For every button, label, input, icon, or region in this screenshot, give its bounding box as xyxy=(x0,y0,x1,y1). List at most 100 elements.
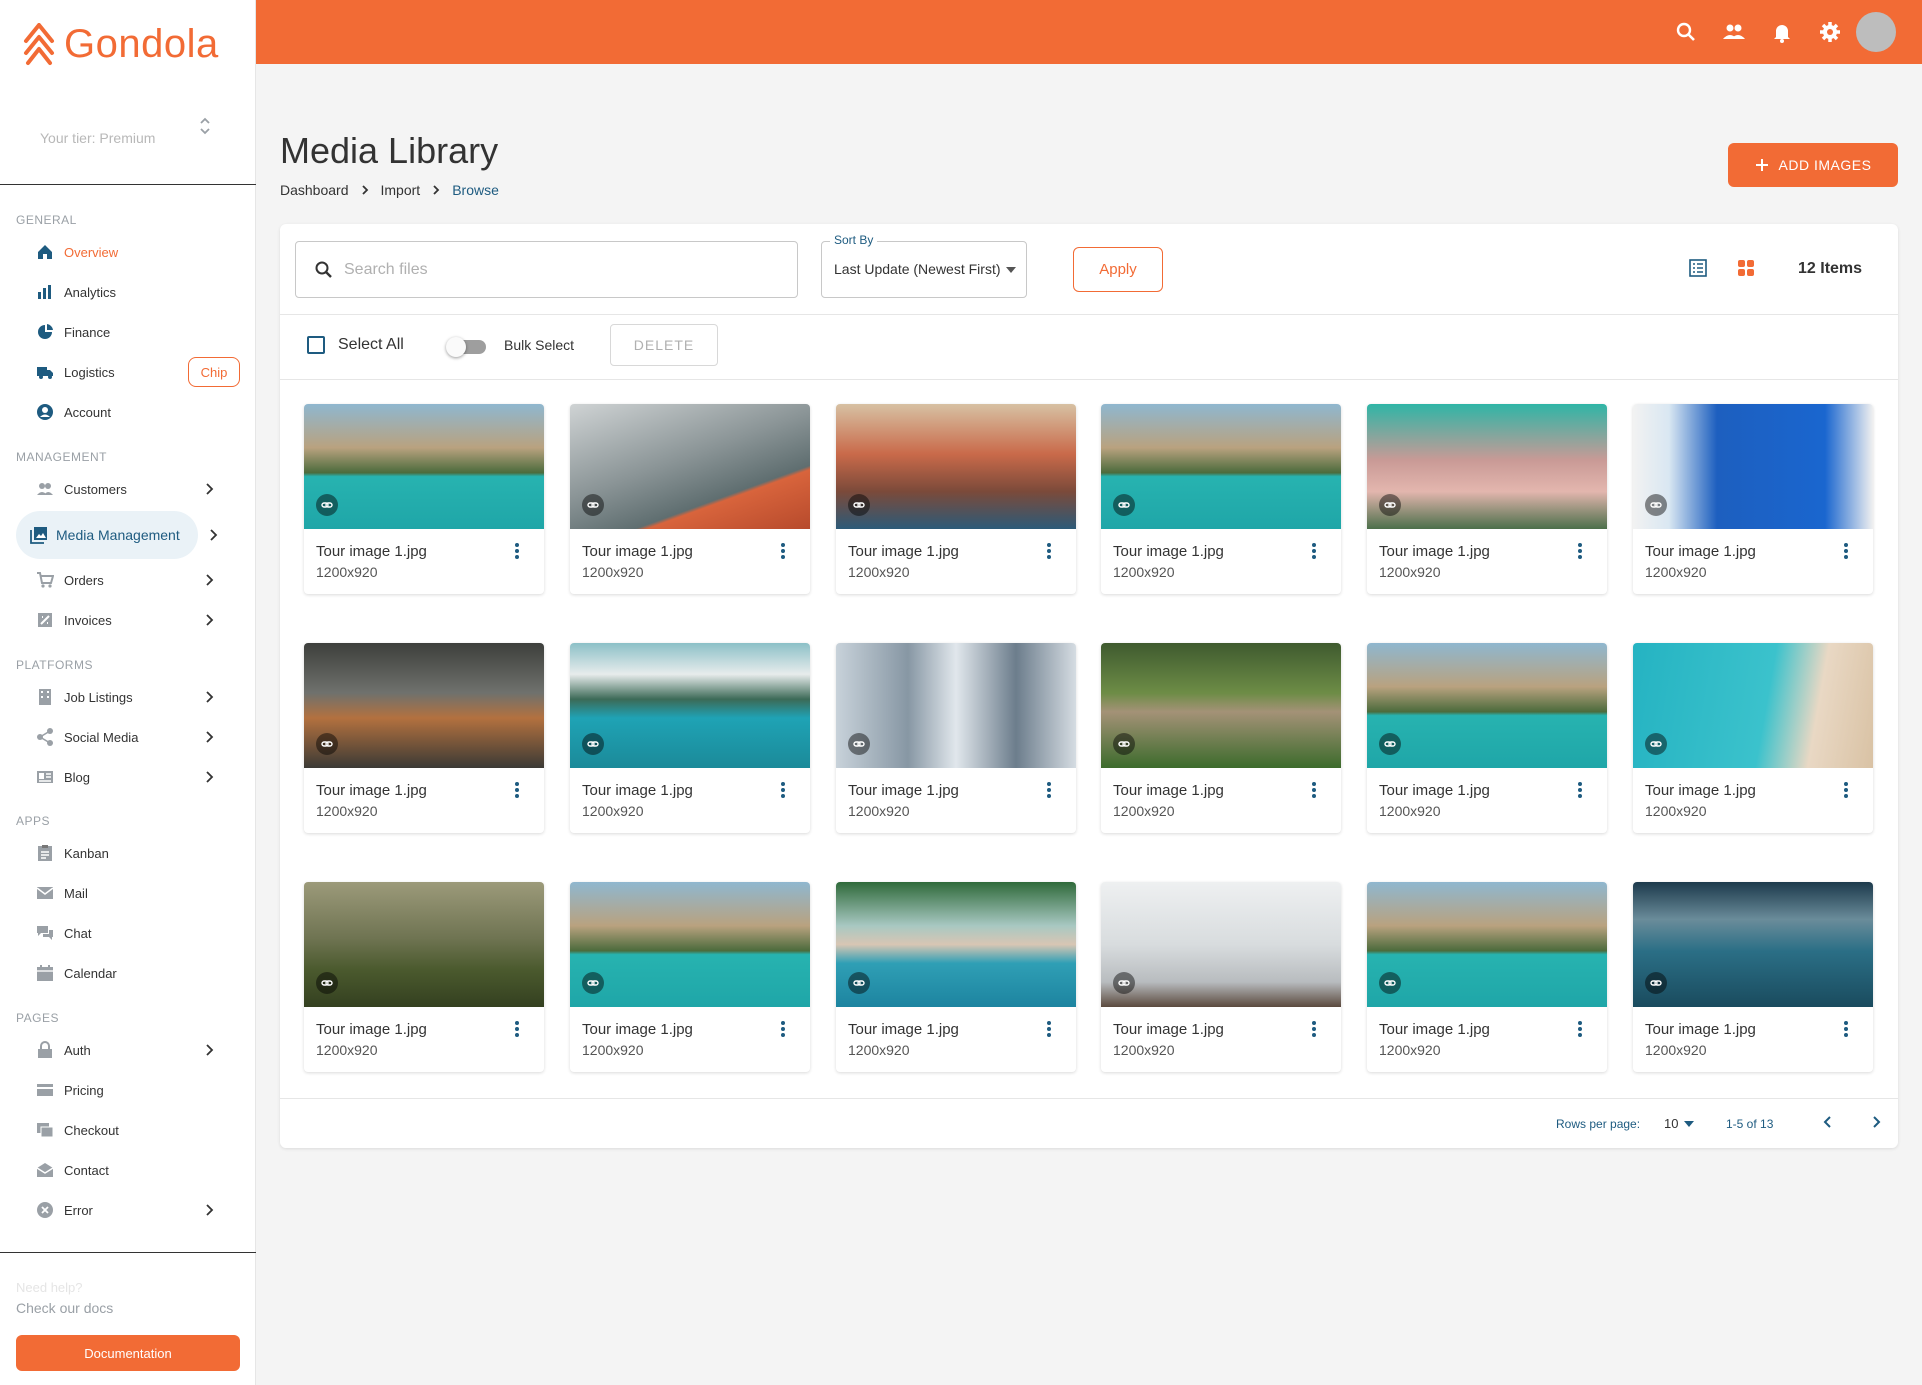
more-vert-icon[interactable] xyxy=(1046,542,1052,560)
link-icon[interactable] xyxy=(316,733,338,755)
settings-gear-icon[interactable] xyxy=(1818,20,1842,44)
sidebar-item-job-listings[interactable]: Job Listings xyxy=(16,677,240,717)
thumbnail-image[interactable] xyxy=(1101,882,1341,1007)
thumbnail-image[interactable] xyxy=(1101,404,1341,529)
link-icon[interactable] xyxy=(1113,494,1135,516)
sidebar-item-auth[interactable]: Auth xyxy=(16,1030,240,1070)
sidebar-item-blog[interactable]: Blog xyxy=(16,757,240,797)
thumbnail-image[interactable] xyxy=(1367,882,1607,1007)
thumbnail-image[interactable] xyxy=(1367,643,1607,768)
documentation-button[interactable]: Documentation xyxy=(16,1335,240,1371)
sidebar-item-orders[interactable]: Orders xyxy=(16,560,240,600)
add-images-button[interactable]: ADD IMAGES xyxy=(1728,143,1898,187)
link-icon[interactable] xyxy=(1645,733,1667,755)
thumbnail-image[interactable] xyxy=(304,404,544,529)
more-vert-icon[interactable] xyxy=(1843,542,1849,560)
link-icon[interactable] xyxy=(1113,733,1135,755)
thumbnail-image[interactable] xyxy=(570,882,810,1007)
thumbnail-image[interactable] xyxy=(836,643,1076,768)
sidebar-item-social-media[interactable]: Social Media xyxy=(16,717,240,757)
media-card[interactable]: Tour image 1.jpg 1200x920 xyxy=(1633,643,1873,833)
sidebar-item-account[interactable]: Account xyxy=(16,392,240,432)
sidebar-item-finance[interactable]: Finance xyxy=(16,312,240,352)
media-card[interactable]: Tour image 1.jpg 1200x920 xyxy=(836,882,1076,1072)
media-card[interactable]: Tour image 1.jpg 1200x920 xyxy=(836,643,1076,833)
more-vert-icon[interactable] xyxy=(1577,1020,1583,1038)
chevron-right-icon[interactable] xyxy=(1870,1114,1882,1130)
sidebar-item-pricing[interactable]: Pricing xyxy=(16,1070,240,1110)
sidebar-item-calendar[interactable]: Calendar xyxy=(16,953,240,993)
select-all-label[interactable]: Select All xyxy=(338,336,404,354)
sort-select[interactable]: Sort By Last Update (Newest First) xyxy=(821,233,1027,298)
thumbnail-image[interactable] xyxy=(570,404,810,529)
media-card[interactable]: Tour image 1.jpg 1200x920 xyxy=(836,404,1076,594)
search-icon[interactable] xyxy=(1674,20,1698,44)
thumbnail-image[interactable] xyxy=(1633,643,1873,768)
people-icon[interactable] xyxy=(1722,20,1746,44)
more-vert-icon[interactable] xyxy=(1046,1020,1052,1038)
breadcrumb-browse[interactable]: Browse xyxy=(452,182,499,198)
link-icon[interactable] xyxy=(848,972,870,994)
sidebar-item-contact[interactable]: Contact xyxy=(16,1150,240,1190)
link-icon[interactable] xyxy=(1379,972,1401,994)
thumbnail-image[interactable] xyxy=(836,882,1076,1007)
media-card[interactable]: Tour image 1.jpg 1200x920 xyxy=(1101,404,1341,594)
breadcrumb-dashboard[interactable]: Dashboard xyxy=(280,182,349,198)
sidebar-item-kanban[interactable]: Kanban xyxy=(16,833,240,873)
link-icon[interactable] xyxy=(582,972,604,994)
grid-view-icon[interactable] xyxy=(1736,258,1756,278)
media-card[interactable]: Tour image 1.jpg 1200x920 xyxy=(1367,643,1607,833)
sidebar-item-customers[interactable]: Customers xyxy=(16,469,240,509)
thumbnail-image[interactable] xyxy=(570,643,810,768)
sidebar-item-checkout[interactable]: Checkout xyxy=(16,1110,240,1150)
list-view-icon[interactable] xyxy=(1688,258,1708,278)
media-card[interactable]: Tour image 1.jpg 1200x920 xyxy=(1367,882,1607,1072)
bulk-select-toggle[interactable] xyxy=(446,337,490,357)
sidebar-item-overview[interactable]: Overview xyxy=(16,232,240,272)
link-icon[interactable] xyxy=(1379,733,1401,755)
more-vert-icon[interactable] xyxy=(514,781,520,799)
sidebar-item-chat[interactable]: Chat xyxy=(16,913,240,953)
link-icon[interactable] xyxy=(1379,494,1401,516)
avatar[interactable] xyxy=(1856,12,1896,52)
more-vert-icon[interactable] xyxy=(1311,1020,1317,1038)
more-vert-icon[interactable] xyxy=(514,542,520,560)
more-vert-icon[interactable] xyxy=(1046,781,1052,799)
sidebar-item-analytics[interactable]: Analytics xyxy=(16,272,240,312)
docs-link[interactable]: Check our docs xyxy=(16,1300,113,1316)
link-icon[interactable] xyxy=(582,494,604,516)
media-card[interactable]: Tour image 1.jpg 1200x920 xyxy=(304,643,544,833)
media-card[interactable]: Tour image 1.jpg 1200x920 xyxy=(304,882,544,1072)
link-icon[interactable] xyxy=(316,972,338,994)
link-icon[interactable] xyxy=(582,733,604,755)
media-card[interactable]: Tour image 1.jpg 1200x920 xyxy=(570,404,810,594)
thumbnail-image[interactable] xyxy=(836,404,1076,529)
more-vert-icon[interactable] xyxy=(514,1020,520,1038)
link-icon[interactable] xyxy=(1645,972,1667,994)
more-vert-icon[interactable] xyxy=(780,542,786,560)
more-vert-icon[interactable] xyxy=(1577,542,1583,560)
search-input[interactable] xyxy=(344,256,774,284)
thumbnail-image[interactable] xyxy=(1633,404,1873,529)
sidebar-item-mail[interactable]: Mail xyxy=(16,873,240,913)
delete-button[interactable]: DELETE xyxy=(610,324,718,366)
media-card[interactable]: Tour image 1.jpg 1200x920 xyxy=(1633,882,1873,1072)
sidebar-item-error[interactable]: Error xyxy=(16,1190,240,1230)
link-icon[interactable] xyxy=(848,733,870,755)
logo[interactable]: Gondola xyxy=(22,22,219,67)
more-vert-icon[interactable] xyxy=(780,1020,786,1038)
link-icon[interactable] xyxy=(1645,494,1667,516)
thumbnail-image[interactable] xyxy=(304,882,544,1007)
media-card[interactable]: Tour image 1.jpg 1200x920 xyxy=(304,404,544,594)
sidebar-item-invoices[interactable]: Invoices xyxy=(16,600,240,640)
select-all-checkbox[interactable] xyxy=(307,336,325,354)
link-icon[interactable] xyxy=(1113,972,1135,994)
chevron-left-icon[interactable] xyxy=(1822,1114,1834,1130)
media-card[interactable]: Tour image 1.jpg 1200x920 xyxy=(1101,882,1341,1072)
media-card[interactable]: Tour image 1.jpg 1200x920 xyxy=(1367,404,1607,594)
notifications-icon[interactable] xyxy=(1770,20,1794,44)
breadcrumb-import[interactable]: Import xyxy=(381,182,421,198)
thumbnail-image[interactable] xyxy=(1633,882,1873,1007)
thumbnail-image[interactable] xyxy=(1101,643,1341,768)
more-vert-icon[interactable] xyxy=(1577,781,1583,799)
